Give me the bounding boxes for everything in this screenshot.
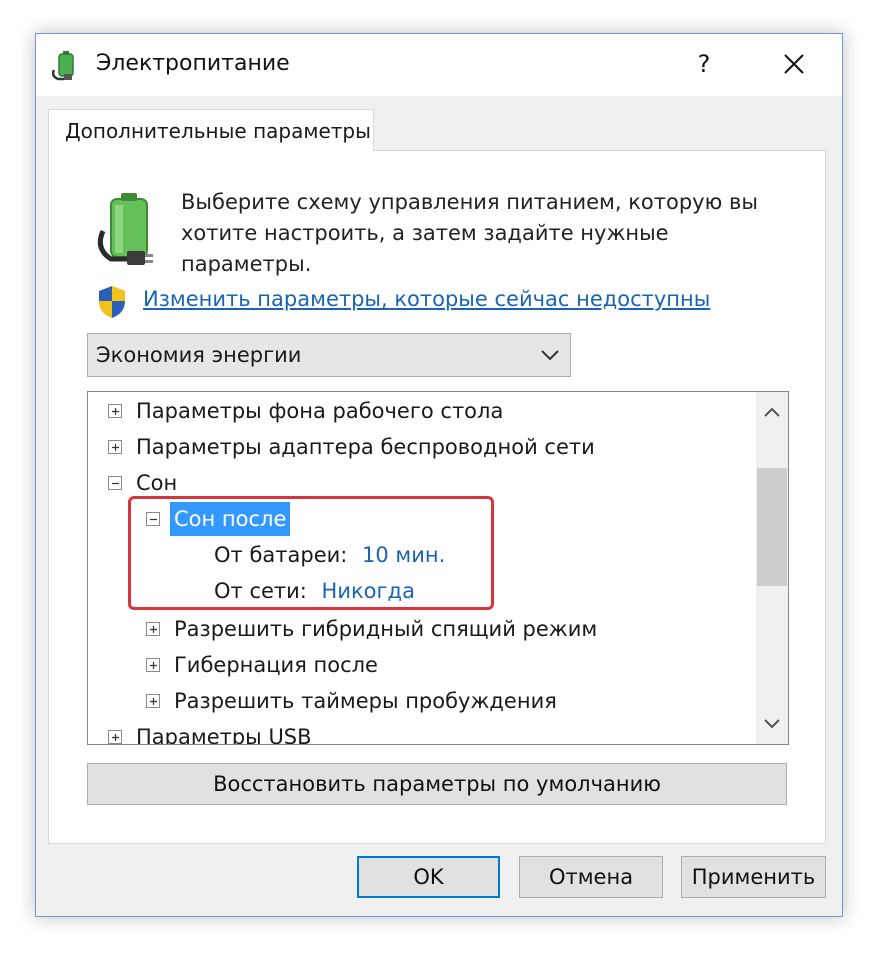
chevron-down-icon bbox=[764, 719, 780, 729]
power-plan-value: Экономия энергии bbox=[96, 343, 302, 367]
expand-icon[interactable] bbox=[146, 622, 160, 636]
close-icon bbox=[784, 54, 804, 74]
power-options-dialog: Электропитание ? Дополнительные параметр… bbox=[35, 33, 843, 917]
tree-item-usb[interactable]: Параметры USB bbox=[106, 720, 746, 745]
advanced-settings-panel: Выберите схему управления питанием, кото… bbox=[48, 150, 826, 844]
expand-icon[interactable] bbox=[108, 404, 122, 418]
scroll-down-button[interactable] bbox=[756, 704, 788, 744]
scroll-up-button[interactable] bbox=[756, 392, 788, 432]
power-plug-icon bbox=[51, 51, 74, 81]
chevron-up-icon bbox=[764, 407, 780, 417]
restore-defaults-button[interactable]: Восстановить параметры по умолчанию bbox=[87, 763, 787, 805]
expand-icon[interactable] bbox=[108, 730, 122, 744]
chevron-down-icon bbox=[541, 350, 559, 361]
expand-icon[interactable] bbox=[146, 658, 160, 672]
tree-item-label: Разрешить таймеры пробуждения bbox=[174, 689, 557, 713]
tree-item-label: Параметры адаптера беспроводной сети bbox=[136, 435, 595, 459]
window-title: Электропитание bbox=[96, 51, 290, 76]
cancel-button[interactable]: Отмена bbox=[519, 856, 663, 898]
intro-text: Выберите схему управления питанием, кото… bbox=[181, 190, 758, 276]
change-unavailable-settings-link[interactable]: Изменить параметры, которые сейчас недос… bbox=[143, 287, 710, 311]
tree-item-wake-timers[interactable]: Разрешить таймеры пробуждения bbox=[144, 684, 744, 718]
scroll-thumb[interactable] bbox=[757, 468, 787, 586]
tree-item-hybrid-sleep[interactable]: Разрешить гибридный спящий режим bbox=[144, 612, 744, 646]
tree-item-hibernate-after[interactable]: Гибернация после bbox=[144, 648, 744, 682]
close-button[interactable] bbox=[772, 44, 816, 84]
tree-item-label: Сон bbox=[136, 471, 178, 495]
apply-button[interactable]: Применить bbox=[681, 856, 826, 898]
expand-icon[interactable] bbox=[146, 694, 160, 708]
collapse-icon[interactable] bbox=[108, 476, 122, 490]
tree-item-label: Разрешить гибридный спящий режим bbox=[174, 617, 598, 641]
tree-item-label: Гибернация после bbox=[174, 653, 378, 677]
battery-plug-icon bbox=[97, 193, 153, 265]
power-plan-select[interactable]: Экономия энергии bbox=[87, 333, 571, 377]
tree-scrollbar[interactable] bbox=[756, 392, 788, 744]
uac-shield-icon bbox=[99, 286, 125, 318]
tab-advanced-settings[interactable]: Дополнительные параметры bbox=[48, 109, 374, 151]
tree-item-label: Параметры фона рабочего стола bbox=[136, 399, 504, 423]
annotation-highlight-frame bbox=[128, 496, 494, 610]
expand-icon[interactable] bbox=[108, 440, 122, 454]
ok-button[interactable]: OK bbox=[357, 856, 500, 898]
settings-tree[interactable]: Параметры фона рабочего стола Параметры … bbox=[87, 391, 789, 745]
tree-item-wireless-adapter[interactable]: Параметры адаптера беспроводной сети bbox=[106, 430, 746, 464]
tree-item-label: Параметры USB bbox=[136, 725, 312, 745]
tree-item-desktop-background[interactable]: Параметры фона рабочего стола bbox=[106, 394, 746, 428]
help-button[interactable]: ? bbox=[684, 44, 724, 84]
title-bar: Электропитание ? bbox=[36, 34, 842, 96]
tree-item-sleep[interactable]: Сон bbox=[106, 466, 746, 500]
